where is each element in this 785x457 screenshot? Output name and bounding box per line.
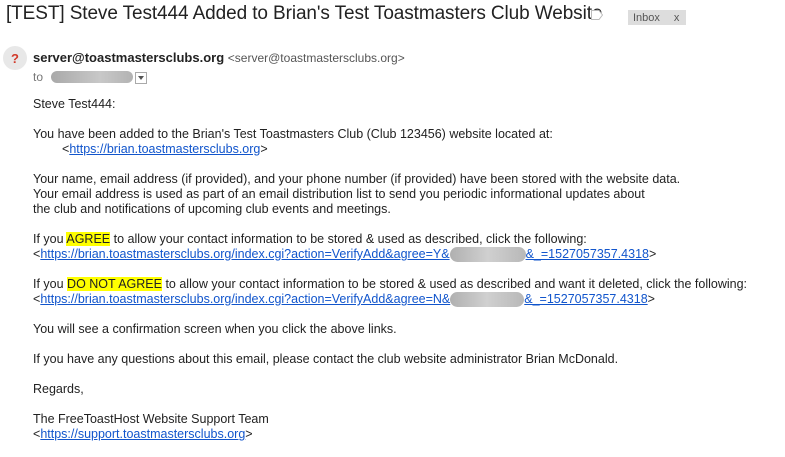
inbox-label-text: Inbox xyxy=(633,11,660,24)
agree-paragraph: If you AGREE to allow your contact infor… xyxy=(33,232,778,263)
recipient-line: to xyxy=(33,70,148,84)
disagree-paragraph: If you DO NOT AGREE to allow your contac… xyxy=(33,277,778,308)
site-link[interactable]: https://brian.toastmastersclubs.org xyxy=(69,142,260,156)
email-body: Steve Test444: You have been added to th… xyxy=(33,97,778,457)
disagree-prefix: If you xyxy=(33,277,68,292)
sender-name[interactable]: server@toastmastersclubs.org xyxy=(33,50,224,65)
agree-url-end: &_=1527057357.4318 xyxy=(525,247,649,261)
show-details-dropdown-icon[interactable] xyxy=(135,72,148,84)
remove-label-button[interactable]: x xyxy=(674,12,680,24)
gt: > xyxy=(648,247,657,261)
redacted-token xyxy=(449,247,526,263)
disagree-highlight: DO NOT AGREE xyxy=(67,277,162,292)
sender-line: server@toastmastersclubs.org <server@toa… xyxy=(33,50,405,65)
gt: > xyxy=(245,427,253,442)
gt: > xyxy=(647,292,655,307)
storage-paragraph: Your name, email address (if provided), … xyxy=(33,172,778,217)
agree-highlight: AGREE xyxy=(66,232,111,246)
redacted-token xyxy=(450,292,525,308)
disagree-suffix: to allow your contact information to be … xyxy=(161,277,748,292)
storage-line-2: Your email address is used as part of an… xyxy=(33,187,645,201)
inbox-label-badge[interactable]: Inbox x xyxy=(628,10,686,25)
disagree-url-start: https://brian.toastmastersclubs.org/inde… xyxy=(40,292,451,307)
greeting: Steve Test444: xyxy=(33,97,116,111)
site-link-line: <https://brian.toastmastersclubs.org> xyxy=(33,142,268,156)
agree-prefix: If you xyxy=(33,232,67,246)
team-name: The FreeToastHost Website Support Team xyxy=(33,412,269,427)
signature: The FreeToastHost Website Support Team <… xyxy=(33,412,778,442)
sender-address: <server@toastmastersclubs.org> xyxy=(227,51,405,65)
sender-avatar: ? xyxy=(3,46,27,70)
added-text: You have been added to the Brian's Test … xyxy=(33,127,553,141)
storage-line-3: the club and notifications of upcoming c… xyxy=(33,202,391,216)
agree-link[interactable]: https://brian.toastmastersclubs.org/inde… xyxy=(40,247,649,263)
support-link[interactable]: https://support.toastmastersclubs.org xyxy=(40,427,245,441)
redacted-recipient xyxy=(51,71,134,83)
confirmation-text: You will see a confirmation screen when … xyxy=(33,322,397,337)
gt: > xyxy=(260,142,268,156)
email-subject: [TEST] Steve Test444 Added to Brian's Te… xyxy=(6,3,603,24)
storage-line-1: Your name, email address (if provided), … xyxy=(33,172,681,186)
to-label: to xyxy=(33,70,44,84)
agree-url-start: https://brian.toastmastersclubs.org/inde… xyxy=(40,247,450,261)
disagree-url-end: &_=1527057357.4318 xyxy=(524,292,648,307)
regards-text: Regards, xyxy=(33,382,84,397)
agree-suffix: to allow your contact information to be … xyxy=(110,232,587,246)
disagree-link[interactable]: https://brian.toastmastersclubs.org/inde… xyxy=(40,292,648,308)
label-icon[interactable] xyxy=(591,10,603,20)
questions-text: If you have any questions about this ema… xyxy=(33,352,619,367)
added-paragraph: You have been added to the Brian's Test … xyxy=(33,127,778,157)
unknown-sender-icon: ? xyxy=(11,50,19,66)
